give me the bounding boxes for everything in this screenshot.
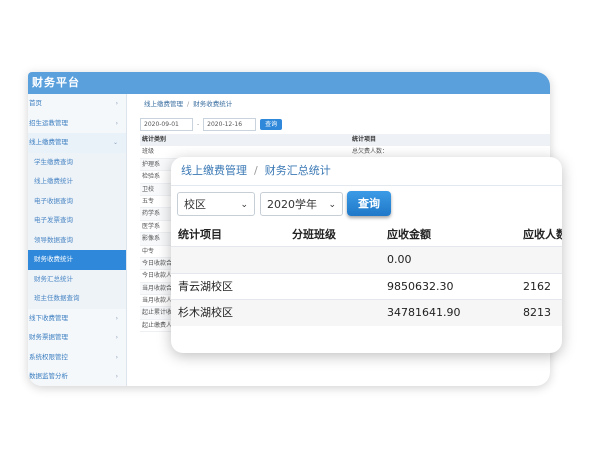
breadcrumb: 线上缴费管理 / 财务收费统计	[134, 94, 550, 114]
table-cell: 班级	[142, 148, 155, 156]
chevron-down-icon: ⌄	[328, 200, 336, 210]
panel-filter-bar: 校区 ⌄ 2020学年 ⌄ 查询	[171, 186, 562, 222]
sidebar-item[interactable]: 招生运教管理 ›	[28, 114, 126, 134]
start-date-input[interactable]: 2020-09-01	[140, 117, 193, 131]
column-header: 应收金额	[387, 228, 431, 241]
year-select[interactable]: 2020学年 ⌄	[260, 192, 343, 216]
sidebar-item-label: 招生运教管理	[29, 118, 68, 127]
table-row: 0.00	[171, 246, 562, 273]
chevron-right-icon: ›	[115, 100, 118, 107]
sidebar-item-label: 电子发票查询	[34, 216, 73, 224]
sidebar-item[interactable]: 电子发票查询	[28, 211, 126, 231]
column-header: 统计项目	[352, 136, 377, 143]
sidebar-item-label: 领导数据查询	[34, 235, 73, 244]
sidebar-item[interactable]: 线下收费管理 ›	[28, 309, 126, 329]
table-cell: 卫校	[142, 185, 155, 193]
query-button[interactable]: 查询	[347, 191, 391, 216]
sidebar-item-label: 电子收据查询	[34, 196, 73, 205]
sidebar-item-label: 财务票据管理	[29, 333, 68, 341]
sidebar-item-label: 线下收费管理	[29, 313, 68, 322]
breadcrumb-item[interactable]: 线上缴费管理	[181, 164, 247, 177]
cell-item: 杉木湖校区	[178, 306, 233, 319]
breadcrumb-item: 财务收费统计	[193, 100, 233, 108]
table-cell: 药学系	[142, 210, 161, 218]
sidebar-item[interactable]: 电子收据查询	[28, 191, 126, 211]
sidebar-item-label: 线上缴费统计	[34, 177, 73, 185]
cell-item: 青云湖校区	[178, 279, 233, 293]
table-row: 杉木湖校区 34781641.90 8213	[171, 299, 562, 326]
table-row: 青云湖校区 9850632.30 2162	[171, 272, 562, 300]
table-cell: 影像系	[142, 235, 161, 243]
column-header: 应收人数	[523, 228, 562, 241]
chevron-down-icon: ⌄	[112, 139, 118, 146]
table-header: 统计类别 统计项目	[140, 134, 550, 147]
filter-bar: 2020-09-01 - 2020-12-16 查询	[134, 114, 550, 134]
sidebar-item[interactable]: 系统权限管控 ›	[28, 348, 126, 368]
chevron-right-icon: ›	[115, 119, 118, 127]
query-button[interactable]: 查询	[260, 118, 283, 130]
app-title: 财务平台	[28, 72, 550, 94]
breadcrumb-separator: /	[187, 100, 190, 108]
cell-amount: 34781641.90	[387, 306, 461, 319]
sidebar-item[interactable]: 财务收费统计	[28, 250, 126, 270]
campus-select[interactable]: 校区 ⌄	[177, 192, 255, 216]
chevron-down-icon: ⌄	[240, 200, 248, 210]
table-cell: 医学系	[142, 222, 161, 230]
table-cell: 护理系	[142, 160, 161, 168]
end-date-input[interactable]: 2020-12-16	[203, 117, 257, 131]
date-separator: -	[197, 120, 200, 128]
cell-count: 8213	[523, 306, 551, 319]
table-cell: 中专	[142, 247, 155, 255]
table-cell: 检验系	[142, 173, 161, 181]
panel-breadcrumb: 线上缴费管理 / 财务汇总统计	[171, 157, 562, 186]
chevron-right-icon: ›	[115, 314, 118, 322]
cell-amount: 0.00	[387, 253, 412, 266]
chevron-right-icon: ›	[115, 334, 118, 341]
chevron-right-icon: ›	[115, 353, 118, 361]
breadcrumb-item[interactable]: 线上缴费管理	[144, 100, 183, 108]
breadcrumb-item: 财务汇总统计	[264, 164, 331, 177]
summary-stats-panel: 线上缴费管理 / 财务汇总统计 校区 ⌄ 2020学年 ⌄ 查询 统计项目 分班班级…	[171, 157, 562, 353]
sidebar-item[interactable]: 首页 ›	[28, 94, 126, 114]
sidebar-item[interactable]: 数据监管分析 ›	[28, 367, 126, 386]
column-header: 统计项目	[178, 228, 222, 241]
sidebar-item-label: 学生缴费查询	[34, 157, 73, 166]
cell-amount: 9850632.30	[387, 279, 454, 293]
campus-select-value: 校区	[184, 198, 206, 211]
table-cell: 五专	[142, 197, 155, 205]
sidebar-item-label: 首页	[29, 99, 42, 107]
sidebar-item[interactable]: 学生缴费查询	[28, 152, 126, 172]
sidebar-item[interactable]: 领导数据查询	[28, 230, 126, 250]
sidebar-item-label: 系统权限管控	[29, 352, 68, 361]
year-select-value: 2020学年	[267, 198, 317, 211]
column-header: 统计类别	[142, 136, 167, 143]
sidebar-item-label: 财务汇总统计	[34, 274, 73, 283]
sidebar-item[interactable]: 财务汇总统计	[28, 269, 126, 289]
sidebar: 首页 › 招生运教管理 › 线上缴费管理 ⌄ 学生缴费查询 线上缴费统计 电子收据查询 电子发票查…	[28, 94, 127, 386]
sidebar-item[interactable]: 班主任数据查询	[28, 289, 126, 309]
sidebar-item[interactable]: 线上缴费管理 ⌄	[28, 133, 126, 153]
sidebar-item-label: 班主任数据查询	[34, 294, 80, 302]
sidebar-item[interactable]: 财务票据管理 ›	[28, 328, 126, 348]
table-header: 统计项目 分班班级 应收金额 应收人数	[171, 222, 562, 246]
chevron-right-icon: ›	[115, 373, 118, 380]
sidebar-item-label: 财务收费统计	[34, 255, 73, 263]
sidebar-item[interactable]: 线上缴费统计	[28, 172, 126, 192]
sidebar-item-label: 数据监管分析	[29, 372, 68, 380]
column-header: 分班班级	[292, 228, 336, 241]
breadcrumb-separator: /	[254, 164, 258, 177]
sidebar-item-label: 线上缴费管理	[29, 138, 68, 146]
cell-count: 2162	[523, 279, 551, 293]
